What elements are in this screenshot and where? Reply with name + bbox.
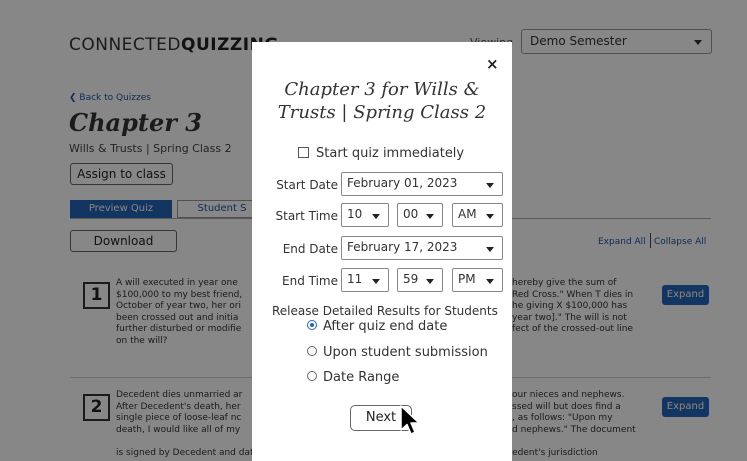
release-option-upon-submission[interactable]: Upon student submission [307,345,488,360]
start-date-value: February 01, 2023 [347,176,458,190]
end-hour-value: 11 [347,272,363,286]
radio-label: Date Range [323,370,400,385]
checkbox-box[interactable] [298,147,309,158]
schedule-quiz-modal: × Chapter 3 for Wills & Trusts | Spring … [252,42,512,461]
radio-unselected[interactable] [307,346,317,356]
end-date-select[interactable]: February 17, 2023 [341,236,503,260]
start-hour-select[interactable]: 10 [341,203,389,227]
end-minute-value: 59 [403,272,419,286]
close-icon[interactable]: × [486,55,499,73]
caret-down-icon [486,214,494,219]
end-minute-select[interactable]: 59 [397,268,443,292]
start-ampm-value: AM [458,207,477,221]
end-ampm-value: PM [458,272,476,286]
start-time-label: Start Time [275,209,339,223]
release-option-date-range[interactable]: Date Range [307,370,399,385]
start-minute-select[interactable]: 00 [397,203,443,227]
end-ampm-select[interactable]: PM [452,268,503,292]
end-date-label: End Date [282,242,338,256]
caret-down-icon [486,279,494,284]
checkbox-label: Start quiz immediately [316,146,465,161]
release-option-after-end[interactable]: After quiz end date [307,319,447,334]
release-results-label: Release Detailed Results for Students [272,304,498,318]
start-date-label: Start Date [276,178,338,192]
end-time-label: End Time [282,274,338,288]
start-minute-value: 00 [403,207,419,221]
end-date-value: February 17, 2023 [347,240,458,254]
start-immediately-checkbox[interactable]: Start quiz immediately [298,146,464,161]
radio-unselected[interactable] [307,371,317,381]
start-ampm-select[interactable]: AM [452,203,503,227]
radio-label: After quiz end date [323,319,448,334]
caret-down-icon [486,247,494,252]
start-date-select[interactable]: February 01, 2023 [341,172,503,196]
radio-selected[interactable] [307,320,317,330]
modal-title: Chapter 3 for Wills & Trusts | Spring Cl… [277,79,487,123]
caret-down-icon [426,214,434,219]
mouse-pointer-icon [400,405,420,435]
caret-down-icon [426,279,434,284]
caret-down-icon [372,279,380,284]
end-hour-select[interactable]: 11 [341,268,389,292]
caret-down-icon [372,214,380,219]
caret-down-icon [486,183,494,188]
radio-label: Upon student submission [323,345,488,360]
start-hour-value: 10 [347,207,363,221]
